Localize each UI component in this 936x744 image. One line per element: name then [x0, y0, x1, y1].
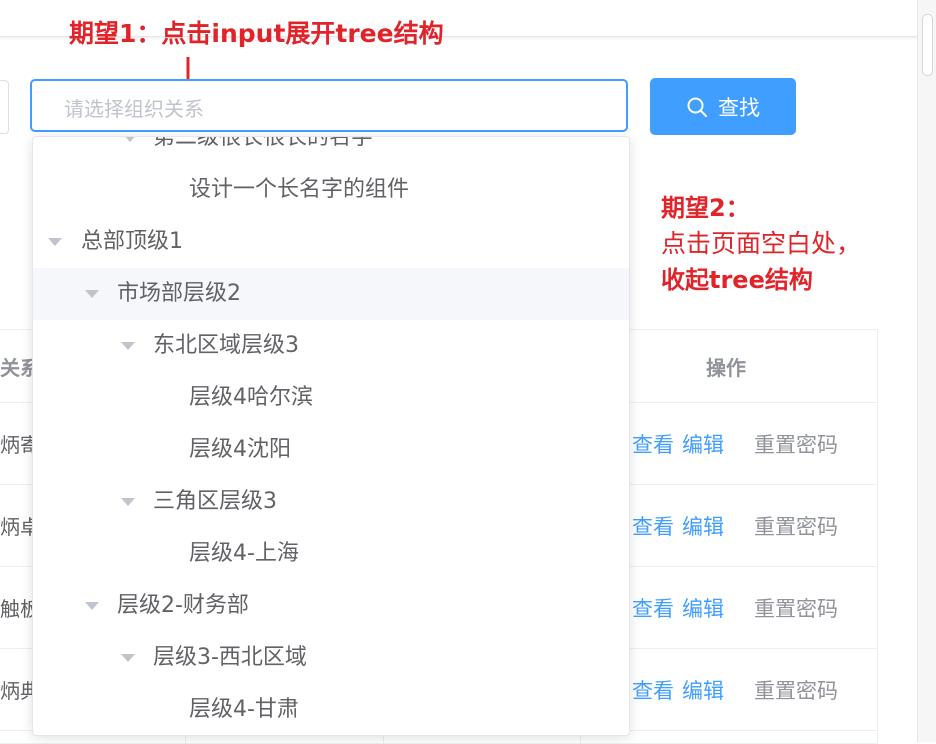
table-header-operation: 操作 [706, 356, 746, 380]
tree-node[interactable]: 第二级很长很长的名字 [33, 136, 629, 164]
tree-node[interactable]: 东北区域层级3 [33, 320, 629, 372]
annotation-expect2: 期望2： 点击页面空白处， 收起tree结构 [661, 190, 861, 298]
tree-node[interactable]: 层级2-财务部 [33, 580, 629, 632]
tree-node[interactable]: 层级4沈阳 [33, 424, 629, 476]
annotation-expect2-line2: 点击页面空白处， [661, 229, 862, 258]
caret-down-icon[interactable] [85, 290, 99, 298]
tree-node-label: 设计一个长名字的组件 [189, 177, 410, 202]
edit-link[interactable]: 编辑 [682, 429, 724, 459]
tree-node-label: 层级2-财务部 [117, 593, 249, 618]
search-icon [687, 97, 707, 117]
caret-down-icon[interactable] [48, 238, 62, 246]
edit-link[interactable]: 编辑 [682, 593, 724, 623]
tree-node[interactable]: 市场部层级2 [33, 268, 629, 320]
annotation-expect1: 期望1：点击input展开tree结构 [69, 19, 444, 48]
tree-node-label: 层级3-西北区域 [153, 645, 307, 670]
view-link[interactable]: 查看 [632, 593, 674, 623]
org-relation-select[interactable]: 请选择组织关系 [30, 79, 628, 132]
left-partial-input[interactable] [0, 80, 9, 134]
reset-password-link[interactable]: 重置密码 [754, 511, 838, 541]
view-link[interactable]: 查看 [632, 429, 674, 459]
select-placeholder: 请选择组织关系 [64, 97, 204, 121]
tree-node-label: 东北区域层级3 [153, 333, 299, 358]
tree-node-label: 层级4哈尔滨 [189, 385, 313, 410]
edit-link[interactable]: 编辑 [682, 675, 724, 705]
scrollbar-thumb[interactable] [922, 14, 933, 76]
tree-dropdown: 第二级很长很长的名字 设计一个长名字的组件 总部顶级1 市场部层级2 东北区域层… [32, 136, 630, 736]
tree-node[interactable]: 层级4-甘肃 [33, 684, 629, 735]
view-link[interactable]: 查看 [632, 511, 674, 541]
tree-node[interactable]: 层级3-西北区域 [33, 632, 629, 684]
reset-password-link[interactable]: 重置密码 [754, 429, 838, 459]
tree-node-label: 第二级很长很长的名字 [153, 136, 374, 150]
tree-node-label: 层级4-甘肃 [189, 697, 299, 722]
search-button[interactable]: 查找 [650, 78, 796, 135]
tree-node-label: 层级4沈阳 [189, 437, 291, 462]
annotation-expect2-line1: 期望2： [661, 194, 750, 222]
view-link[interactable]: 查看 [632, 675, 674, 705]
tree-node-label: 总部顶级1 [81, 229, 183, 254]
edit-link[interactable]: 编辑 [682, 511, 724, 541]
annotation-expect2-line3: 收起tree结构 [661, 266, 813, 294]
tree-node-label: 三角区层级3 [153, 489, 277, 514]
caret-down-icon[interactable] [123, 137, 137, 142]
tree-node[interactable]: 层级4哈尔滨 [33, 372, 629, 424]
caret-down-icon[interactable] [121, 654, 135, 662]
reset-password-link[interactable]: 重置密码 [754, 593, 838, 623]
caret-down-icon[interactable] [121, 498, 135, 506]
reset-password-link[interactable]: 重置密码 [754, 675, 838, 705]
vertical-scrollbar[interactable] [917, 0, 936, 742]
tree-node-label: 层级4-上海 [189, 541, 299, 566]
tree-node[interactable]: 设计一个长名字的组件 [33, 164, 629, 216]
search-button-label: 查找 [718, 95, 760, 120]
tree-node[interactable]: 总部顶级1 [33, 216, 629, 268]
caret-down-icon[interactable] [121, 342, 135, 350]
tree-node[interactable]: 三角区层级3 [33, 476, 629, 528]
tree-node[interactable]: 层级4-上海 [33, 528, 629, 580]
tree-node-label: 市场部层级2 [117, 281, 241, 306]
caret-down-icon[interactable] [85, 602, 99, 610]
